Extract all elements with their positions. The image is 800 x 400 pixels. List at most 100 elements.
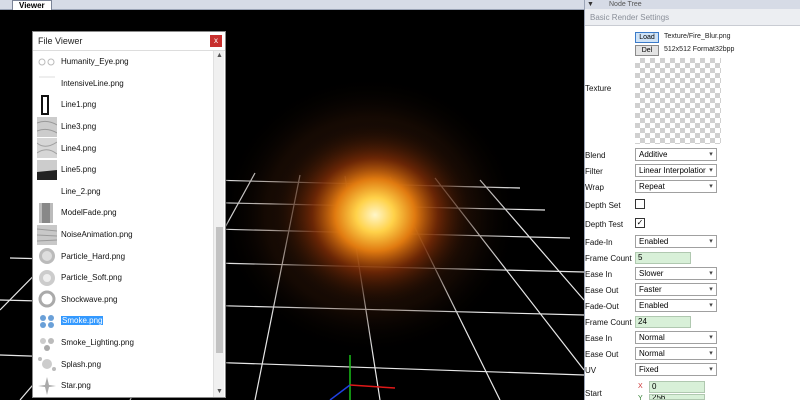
chevron-down-icon: ▾	[706, 268, 716, 279]
blend-value: Additive	[639, 150, 668, 159]
list-item[interactable]: Line5.png	[34, 159, 214, 181]
fade-in-select[interactable]: Enabled ▾	[635, 235, 717, 248]
file-thumbnail	[37, 73, 57, 93]
list-item[interactable]: Star.png	[34, 375, 214, 397]
file-viewer-title: File Viewer	[38, 36, 83, 46]
list-item[interactable]: Smoke.png	[34, 310, 214, 332]
start-y-label: Y	[638, 395, 643, 400]
list-item[interactable]: NoiseAnimation.png	[34, 224, 214, 246]
list-item[interactable]: Particle_Hard.png	[34, 245, 214, 267]
ease-out-select[interactable]: Normal ▾	[635, 347, 717, 360]
file-name: Line5.png	[61, 165, 97, 175]
frame-count-input[interactable]: 24	[635, 316, 691, 328]
list-item[interactable]: Line3.png	[34, 116, 214, 138]
blend-label: Blend	[585, 151, 606, 160]
list-item[interactable]: Line4.png	[34, 137, 214, 159]
frame-count-label: Frame Count	[585, 318, 632, 327]
load-button[interactable]: Load	[635, 32, 659, 43]
start-y-input[interactable]: 256	[649, 394, 705, 400]
list-item[interactable]: Particle_Soft.png	[34, 267, 214, 289]
wrap-label: Wrap	[585, 183, 604, 192]
frame-count-label: Frame Count	[585, 254, 632, 263]
chevron-down-icon: ▾	[706, 236, 716, 247]
list-item[interactable]: Humanity_Eye.png	[34, 51, 214, 73]
file-name: Line4.png	[61, 143, 97, 153]
start-x-input[interactable]: 0	[649, 381, 705, 393]
filter-select[interactable]: Linear Interpolatior ▾	[635, 164, 717, 177]
file-name: NoiseAnimation.png	[61, 230, 133, 240]
file-thumbnail	[37, 289, 57, 309]
file-thumbnail	[36, 116, 58, 137]
chevron-down-icon: ▾	[706, 348, 716, 359]
blend-select[interactable]: Additive ▾	[635, 148, 717, 161]
file-thumbnail	[37, 354, 57, 374]
file-thumbnail	[37, 246, 57, 266]
file-name: Line1.png	[61, 100, 97, 110]
file-name: Line_2.png	[61, 186, 101, 196]
ease-in-select[interactable]: Slower ▾	[635, 267, 717, 280]
close-button[interactable]: x	[210, 35, 222, 47]
depth-set-checkbox[interactable]	[635, 199, 645, 209]
chevron-down-icon: ▾	[706, 364, 716, 375]
depth-test-checkbox[interactable]: ✓	[635, 218, 645, 228]
list-item[interactable]: Shockwave.png	[34, 289, 214, 311]
file-thumbnail	[36, 138, 58, 159]
list-item[interactable]: IntensiveLine.png	[34, 73, 214, 95]
depth-set-label: Depth Set	[585, 201, 621, 210]
texture-label: Texture	[585, 84, 612, 93]
file-name: Star.png	[61, 381, 91, 391]
file-thumbnail	[37, 333, 57, 353]
filter-value: Linear Interpolatior	[639, 166, 706, 175]
list-item[interactable]: ModelFade.png	[34, 202, 214, 224]
start-x-label: X	[638, 383, 643, 390]
file-thumbnail	[37, 311, 57, 331]
app-root: Viewer File Viewer x Humanity_Eye.png In…	[0, 0, 800, 400]
list-item[interactable]: Line1.png	[34, 94, 214, 116]
texture-preview	[635, 58, 721, 144]
chevron-down-icon: ▾	[706, 284, 716, 295]
file-list[interactable]: Humanity_Eye.png IntensiveLine.png Line1.p…	[34, 51, 214, 397]
filter-label: Filter	[585, 167, 603, 176]
node-tree-tab[interactable]: ▼ Node Tree	[585, 0, 800, 9]
file-thumbnail	[37, 202, 57, 223]
depth-test-label: Depth Test	[585, 220, 624, 229]
del-button[interactable]: Del	[635, 45, 659, 56]
chevron-down-icon: ▾	[706, 165, 716, 176]
list-item[interactable]: Splash.png	[34, 353, 214, 375]
file-name: ModelFade.png	[61, 208, 117, 218]
ease-out-label: Ease Out	[585, 286, 619, 295]
file-viewer-window[interactable]: File Viewer x Humanity_Eye.png IntensiveL…	[32, 31, 226, 398]
scrollbar-thumb[interactable]	[216, 227, 223, 353]
uv-label: UV	[585, 366, 597, 375]
fade-in-value: Enabled	[639, 237, 669, 246]
file-name: IntensiveLine.png	[61, 78, 124, 88]
ease-out-select[interactable]: Faster ▾	[635, 283, 717, 296]
chevron-down-icon: ▾	[706, 181, 716, 192]
file-name: Shockwave.png	[61, 294, 118, 304]
frame-count-input[interactable]: 5	[635, 252, 691, 264]
scroll-up-arrow-icon[interactable]: ▲	[214, 51, 225, 61]
wrap-value: Repeat	[639, 182, 665, 191]
file-thumbnail	[37, 376, 57, 396]
fade-out-select[interactable]: Enabled ▾	[635, 299, 717, 312]
file-name: Line3.png	[61, 122, 97, 132]
uv-value: Fixed	[639, 365, 659, 374]
file-name: Smoke.png	[61, 316, 104, 326]
wrap-select[interactable]: Repeat ▾	[635, 180, 717, 193]
dropdown-arrow-icon[interactable]: ▼	[587, 0, 597, 9]
uv-select[interactable]: Fixed ▾	[635, 363, 717, 376]
viewport-tab-strip: Viewer	[0, 0, 584, 10]
scroll-down-arrow-icon[interactable]: ▼	[214, 387, 225, 397]
tab-viewer[interactable]: Viewer	[12, 0, 52, 10]
list-item[interactable]: Smoke_Lighting.png	[34, 332, 214, 354]
list-item[interactable]: Line_2.png	[34, 181, 214, 203]
ease-in-select[interactable]: Normal ▾	[635, 331, 717, 344]
ease-in-value: Slower	[639, 269, 664, 278]
file-list-scrollbar[interactable]: ▲ ▼	[213, 51, 224, 397]
panel-header: Basic Render Settings	[585, 9, 800, 26]
file-thumbnail	[36, 224, 58, 245]
file-name: Splash.png	[61, 359, 102, 369]
file-thumbnail	[37, 268, 57, 288]
ease-out-value: Normal	[639, 349, 665, 358]
file-viewer-titlebar[interactable]: File Viewer x	[33, 32, 225, 51]
